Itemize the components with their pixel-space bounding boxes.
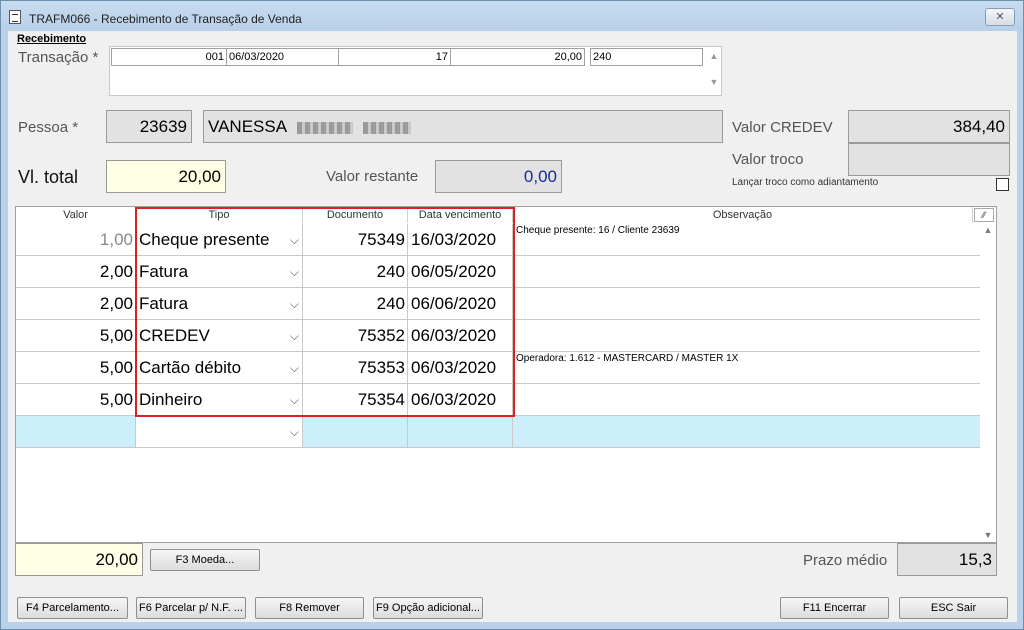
- scroll-down-icon[interactable]: ▼: [980, 530, 996, 540]
- parcelar-nf-button[interactable]: F6 Parcelar p/ N.F. ...: [136, 597, 246, 619]
- main-window: TRAFM066 - Recebimento de Transação de V…: [0, 0, 1024, 630]
- close-button[interactable]: ✕: [985, 8, 1015, 26]
- encerrar-button[interactable]: F11 Encerrar: [780, 597, 889, 619]
- transacao-scrollbar[interactable]: ▲ ▼: [707, 47, 721, 95]
- column-chooser-button[interactable]: ⁄⁄: [974, 208, 994, 222]
- pessoa-name-field[interactable]: VANESSA: [203, 110, 723, 143]
- section-title: Recebimento: [17, 33, 87, 45]
- window-title: TRAFM066 - Recebimento de Transação de V…: [29, 12, 302, 26]
- row-valor[interactable]: 5,00: [16, 352, 136, 384]
- transacao-codigo[interactable]: 240: [590, 48, 703, 66]
- valor-restante-label: Valor restante: [326, 168, 419, 185]
- vl-total-field[interactable]: 20,00: [106, 160, 226, 193]
- grid-scrollbar[interactable]: ▲ ▼: [980, 223, 996, 542]
- payments-grid[interactable]: Valor Tipo Documento Data vencimento Obs…: [15, 206, 997, 543]
- pessoa-name: VANESSA: [208, 117, 288, 136]
- remover-button[interactable]: F8 Remover: [255, 597, 364, 619]
- row-observacao[interactable]: [513, 256, 983, 288]
- scroll-down-icon[interactable]: ▼: [707, 77, 721, 87]
- new-row-valor[interactable]: [16, 416, 136, 448]
- title-bar[interactable]: TRAFM066 - Recebimento de Transação de V…: [1, 1, 1023, 31]
- document-icon: [9, 10, 21, 24]
- transacao-label: Transação *: [18, 49, 99, 66]
- pessoa-label: Pessoa *: [18, 119, 79, 136]
- scroll-up-icon[interactable]: ▲: [980, 225, 996, 235]
- valor-credev-field: 384,40: [848, 110, 1010, 143]
- transacao-numero[interactable]: 17: [338, 48, 451, 66]
- new-row-observacao[interactable]: [513, 416, 983, 448]
- highlight-rectangle: [135, 207, 515, 417]
- redacted-surname-2: [363, 121, 412, 134]
- redacted-surname: [297, 121, 354, 134]
- sair-button[interactable]: ESC Sair: [899, 597, 1008, 619]
- grid-total-field: 20,00: [15, 543, 143, 576]
- pessoa-code-field[interactable]: 23639: [106, 110, 192, 143]
- row-observacao[interactable]: Operadora: 1.612 - MASTERCARD / MASTER 1…: [513, 352, 983, 384]
- valor-troco-label: Valor troco: [732, 151, 804, 168]
- parcelamento-button[interactable]: F4 Parcelamento...: [17, 597, 128, 619]
- column-header-observacao[interactable]: Observação: [513, 207, 973, 223]
- transacao-valor[interactable]: 20,00: [450, 48, 585, 66]
- row-valor[interactable]: 2,00: [16, 256, 136, 288]
- troco-adiantamento-label: Lançar troco como adiantamento: [732, 177, 879, 188]
- opcao-adicional-button[interactable]: F9 Opção adicional...: [373, 597, 483, 619]
- transacao-list[interactable]: 001 06/03/2020 17 20,00 240 ▲ ▼: [109, 46, 722, 96]
- prazo-medio-field: 15,3: [897, 543, 997, 576]
- row-valor[interactable]: 2,00: [16, 288, 136, 320]
- transacao-filial[interactable]: 001: [111, 48, 227, 66]
- row-valor[interactable]: 5,00: [16, 320, 136, 352]
- troco-adiantamento-checkbox[interactable]: [996, 178, 1009, 191]
- row-observacao[interactable]: [513, 384, 983, 416]
- valor-credev-label: Valor CREDEV: [732, 119, 833, 136]
- scroll-up-icon[interactable]: ▲: [707, 51, 721, 61]
- transacao-data[interactable]: 06/03/2020: [226, 48, 339, 66]
- valor-troco-field: [848, 143, 1010, 176]
- row-valor[interactable]: 1,00: [16, 224, 136, 256]
- vl-total-label: Vl. total: [18, 167, 79, 187]
- new-row-vencimento[interactable]: [408, 416, 513, 448]
- chevron-down-icon[interactable]: ⌵: [290, 416, 299, 447]
- new-row-documento[interactable]: [303, 416, 408, 448]
- moeda-button[interactable]: F3 Moeda...: [150, 549, 260, 571]
- prazo-medio-label: Prazo médio: [803, 552, 888, 569]
- valor-restante-field: 0,00: [435, 160, 562, 193]
- column-header-valor[interactable]: Valor: [16, 207, 136, 223]
- form-body: Recebimento Transação * 001 06/03/2020 1…: [8, 31, 1017, 622]
- row-observacao[interactable]: Cheque presente: 16 / Cliente 23639: [513, 224, 983, 256]
- row-valor[interactable]: 5,00: [16, 384, 136, 416]
- new-row-tipo[interactable]: ⌵: [136, 416, 303, 448]
- row-observacao[interactable]: [513, 288, 983, 320]
- row-observacao[interactable]: [513, 320, 983, 352]
